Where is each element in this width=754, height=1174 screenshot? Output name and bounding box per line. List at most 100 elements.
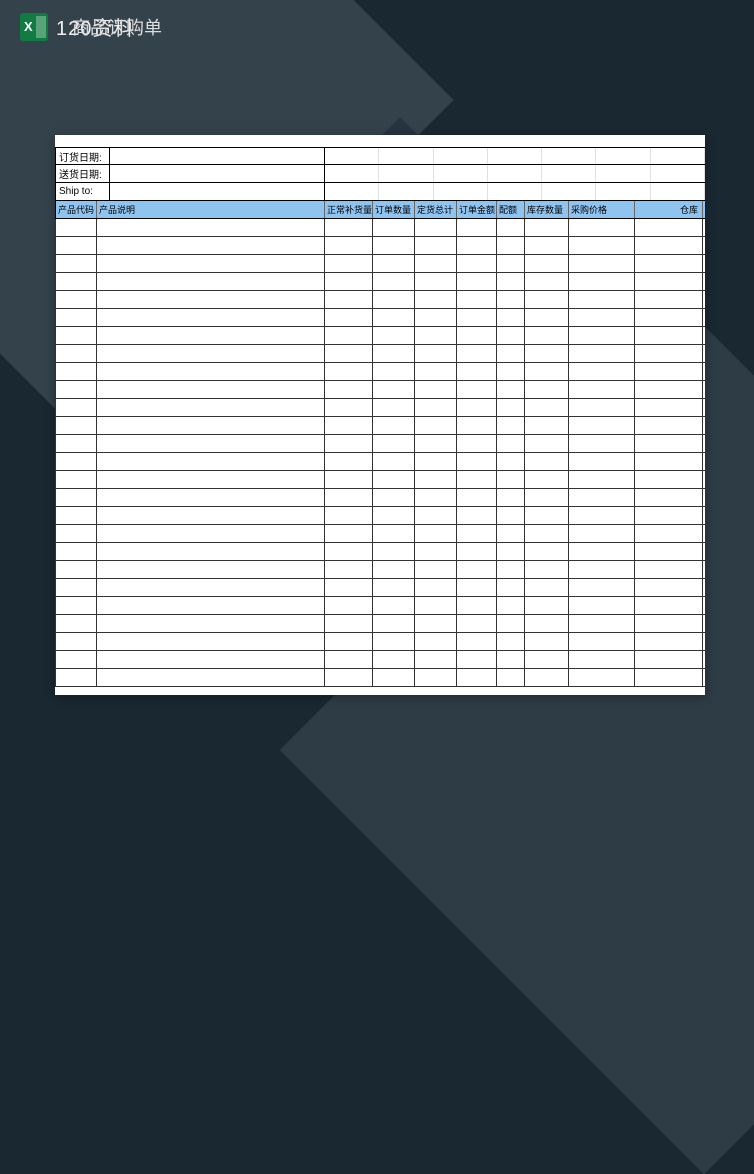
table-cell[interactable] [497, 633, 525, 650]
table-cell[interactable] [97, 489, 325, 506]
table-cell[interactable] [635, 453, 703, 470]
table-cell[interactable] [525, 579, 569, 596]
table-cell[interactable] [525, 417, 569, 434]
table-cell[interactable] [415, 615, 457, 632]
table-cell[interactable] [55, 651, 97, 668]
table-row[interactable] [55, 219, 705, 237]
table-cell[interactable] [569, 255, 635, 272]
table-cell[interactable] [415, 543, 457, 560]
table-cell[interactable] [457, 615, 497, 632]
table-cell[interactable] [569, 309, 635, 326]
table-row[interactable] [55, 489, 705, 507]
table-cell[interactable] [325, 597, 373, 614]
table-cell[interactable] [497, 471, 525, 488]
table-cell[interactable] [325, 633, 373, 650]
table-cell[interactable] [55, 417, 97, 434]
table-cell[interactable] [569, 237, 635, 254]
table-cell[interactable] [97, 507, 325, 524]
table-cell[interactable] [525, 633, 569, 650]
table-cell[interactable] [635, 363, 703, 380]
table-cell[interactable] [55, 507, 97, 524]
table-cell[interactable] [635, 651, 703, 668]
table-cell[interactable] [457, 291, 497, 308]
table-cell[interactable] [97, 273, 325, 290]
table-cell[interactable] [635, 633, 703, 650]
table-cell[interactable] [373, 381, 415, 398]
table-cell[interactable] [457, 543, 497, 560]
table-cell[interactable] [569, 579, 635, 596]
delivery-date-field[interactable] [110, 165, 325, 182]
table-cell[interactable] [525, 435, 569, 452]
table-cell[interactable] [373, 543, 415, 560]
table-cell[interactable] [373, 327, 415, 344]
table-cell[interactable] [569, 417, 635, 434]
table-row[interactable] [55, 579, 705, 597]
table-cell[interactable] [55, 345, 97, 362]
table-cell[interactable] [325, 255, 373, 272]
table-cell[interactable] [635, 615, 703, 632]
table-cell[interactable] [635, 273, 703, 290]
table-cell[interactable] [325, 561, 373, 578]
table-cell[interactable] [373, 453, 415, 470]
table-cell[interactable] [373, 255, 415, 272]
table-row[interactable] [55, 615, 705, 633]
table-cell[interactable] [55, 561, 97, 578]
table-row[interactable] [55, 543, 705, 561]
table-cell[interactable] [569, 291, 635, 308]
table-cell[interactable] [97, 453, 325, 470]
table-cell[interactable] [97, 345, 325, 362]
table-cell[interactable] [325, 237, 373, 254]
table-cell[interactable] [55, 471, 97, 488]
table-cell[interactable] [525, 345, 569, 362]
table-cell[interactable] [415, 471, 457, 488]
table-cell[interactable] [635, 327, 703, 344]
table-cell[interactable] [373, 219, 415, 236]
table-row[interactable] [55, 597, 705, 615]
table-row[interactable] [55, 399, 705, 417]
table-cell[interactable] [373, 579, 415, 596]
table-cell[interactable] [415, 381, 457, 398]
table-cell[interactable] [569, 363, 635, 380]
table-cell[interactable] [97, 255, 325, 272]
table-cell[interactable] [457, 309, 497, 326]
table-cell[interactable] [569, 435, 635, 452]
table-cell[interactable] [325, 399, 373, 416]
table-cell[interactable] [415, 597, 457, 614]
table-cell[interactable] [497, 669, 525, 686]
table-cell[interactable] [525, 309, 569, 326]
table-cell[interactable] [97, 399, 325, 416]
table-cell[interactable] [569, 561, 635, 578]
table-cell[interactable] [97, 381, 325, 398]
table-cell[interactable] [55, 255, 97, 272]
table-cell[interactable] [415, 309, 457, 326]
table-cell[interactable] [497, 489, 525, 506]
table-cell[interactable] [569, 327, 635, 344]
table-cell[interactable] [525, 219, 569, 236]
table-cell[interactable] [373, 417, 415, 434]
table-cell[interactable] [635, 597, 703, 614]
table-cell[interactable] [497, 399, 525, 416]
table-cell[interactable] [325, 291, 373, 308]
table-cell[interactable] [55, 273, 97, 290]
table-row[interactable] [55, 255, 705, 273]
table-cell[interactable] [497, 525, 525, 542]
table-cell[interactable] [97, 669, 325, 686]
table-cell[interactable] [635, 525, 703, 542]
table-cell[interactable] [415, 255, 457, 272]
table-cell[interactable] [97, 651, 325, 668]
table-cell[interactable] [525, 381, 569, 398]
table-cell[interactable] [55, 363, 97, 380]
table-row[interactable] [55, 237, 705, 255]
table-row[interactable] [55, 363, 705, 381]
table-cell[interactable] [97, 543, 325, 560]
table-cell[interactable] [325, 471, 373, 488]
table-cell[interactable] [457, 381, 497, 398]
table-cell[interactable] [325, 309, 373, 326]
table-row[interactable] [55, 507, 705, 525]
order-date-field[interactable] [110, 148, 325, 164]
table-cell[interactable] [525, 255, 569, 272]
table-cell[interactable] [635, 471, 703, 488]
table-cell[interactable] [373, 561, 415, 578]
table-cell[interactable] [569, 633, 635, 650]
table-row[interactable] [55, 381, 705, 399]
